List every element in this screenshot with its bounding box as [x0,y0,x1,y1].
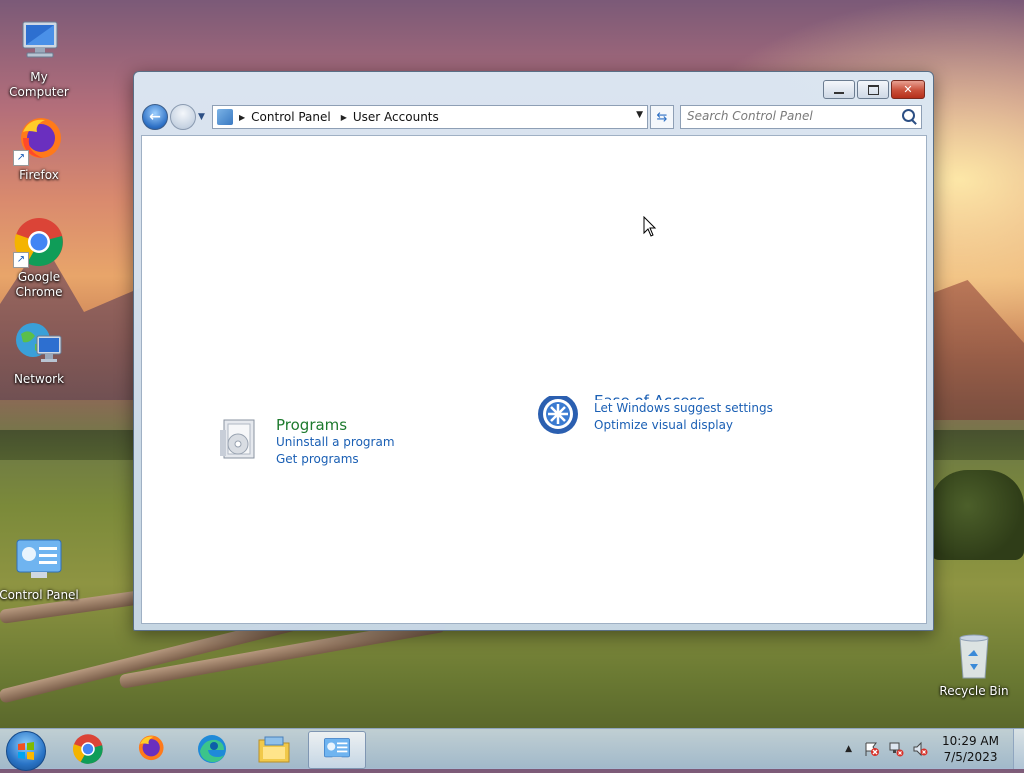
category-title-programs[interactable]: Programs [276,416,395,434]
close-button[interactable]: ✕ [891,80,925,99]
link-uninstall-program[interactable]: Uninstall a program [276,434,395,451]
category-ease-of-access: Ease of Access Let Windows suggest setti… [536,392,773,436]
content-pane: Programs Uninstall a program Get program… [141,135,927,624]
taskbar-firefox-button[interactable] [122,731,178,767]
taskbar: ▲ 10:29 AM 7/5/2023 [0,728,1024,771]
firefox-icon: ↗ [13,114,65,166]
breadcrumb-user-accounts[interactable]: User Accounts [353,110,439,124]
category-programs: Programs Uninstall a program Get program… [218,416,395,468]
desktop-icon-label: Recycle Bin [939,684,1009,698]
user-accounts-icon [217,109,233,125]
forward-button[interactable] [170,104,196,130]
folder-icon [258,736,290,763]
clock-date: 7/5/2023 [943,750,998,764]
control-panel-icon [13,534,65,586]
control-panel-window[interactable]: ✕ ← ▼ ▶ Control Panel ▶ User Accounts ▼ … [133,71,934,631]
desktop-icon-google-chrome[interactable]: ↗ Google Chrome [0,216,79,300]
desktop-icon-recycle-bin[interactable]: Recycle Bin [934,630,1014,699]
windows-logo-icon [18,742,34,760]
firefox-icon [138,735,164,761]
ease-of-access-icon[interactable] [536,396,580,436]
close-icon: ✕ [903,83,913,96]
background-mountain-right [930,280,1024,420]
refresh-button[interactable]: ⇆ [650,105,674,129]
desktop-icon-control-panel[interactable]: Control Panel [0,534,79,603]
breadcrumb-separator-icon[interactable]: ▶ [239,113,245,122]
control-panel-icon [324,738,350,761]
computer-icon [13,16,65,68]
search-icon[interactable] [902,109,915,122]
minimize-icon [834,91,844,94]
window-controls: ✕ [823,80,925,99]
network-globe-icon [13,318,65,370]
taskbar-chrome-button[interactable] [60,731,116,767]
link-get-programs[interactable]: Get programs [276,451,395,468]
search-box[interactable] [680,105,922,129]
address-bar[interactable]: ▶ Control Panel ▶ User Accounts ▼ [212,105,648,129]
taskbar-edge-button[interactable] [184,731,240,767]
desktop-icon-label: Network [13,372,65,386]
desktop-icon-label: Firefox [19,168,59,182]
edge-icon [198,735,226,763]
chrome-icon [73,734,103,764]
desktop-icon-label: My Computer [9,70,69,99]
desktop-icon-network[interactable]: Network [0,318,79,387]
category-title-ease-of-access[interactable]: Ease of Access [594,392,773,400]
recent-pages-dropdown[interactable]: ▼ [198,112,208,122]
back-button[interactable]: ← [142,104,168,130]
show-desktop-button[interactable] [1013,729,1024,769]
navigation-bar: ← ▼ ▶ Control Panel ▶ User Accounts ▼ ⇆ [142,104,925,130]
maximize-icon [867,84,879,95]
chrome-icon: ↗ [13,216,65,268]
recycle-bin-icon [948,630,1000,682]
minimize-button[interactable] [823,80,855,99]
address-dropdown-icon[interactable]: ▼ [636,110,643,120]
system-tray: ▲ 10:29 AM 7/5/2023 [845,729,1024,769]
shortcut-arrow-icon: ↗ [13,252,29,268]
refresh-icon: ⇆ [656,109,668,125]
link-optimize-visual-display[interactable]: Optimize visual display [594,417,773,434]
show-hidden-icons-button[interactable]: ▲ [845,744,852,754]
desktop-icon-label: Control Panel [0,588,79,602]
arrow-left-icon: ← [149,109,161,125]
clock-time: 10:29 AM [942,734,999,748]
clock[interactable]: 10:29 AM 7/5/2023 [942,733,999,765]
maximize-button[interactable] [857,80,889,99]
breadcrumb-separator-icon[interactable]: ▶ [341,113,347,122]
desktop-icon-label: Google Chrome [15,270,63,299]
start-button[interactable] [6,731,46,771]
programs-icon[interactable] [218,416,262,464]
action-center-flag-icon[interactable] [864,741,880,757]
taskbar-control-panel-button[interactable] [308,731,366,769]
volume-muted-icon[interactable] [912,741,928,757]
shortcut-arrow-icon: ↗ [13,150,29,166]
breadcrumb-control-panel[interactable]: Control Panel [251,110,331,124]
desktop-icon-my-computer[interactable]: My Computer [0,16,79,100]
network-icon[interactable] [888,741,904,757]
taskbar-file-explorer-button[interactable] [246,731,302,767]
link-suggest-settings[interactable]: Let Windows suggest settings [594,400,773,417]
desktop-icon-firefox[interactable]: ↗ Firefox [0,114,79,183]
search-input[interactable] [681,106,898,126]
background-bushes [930,470,1024,560]
